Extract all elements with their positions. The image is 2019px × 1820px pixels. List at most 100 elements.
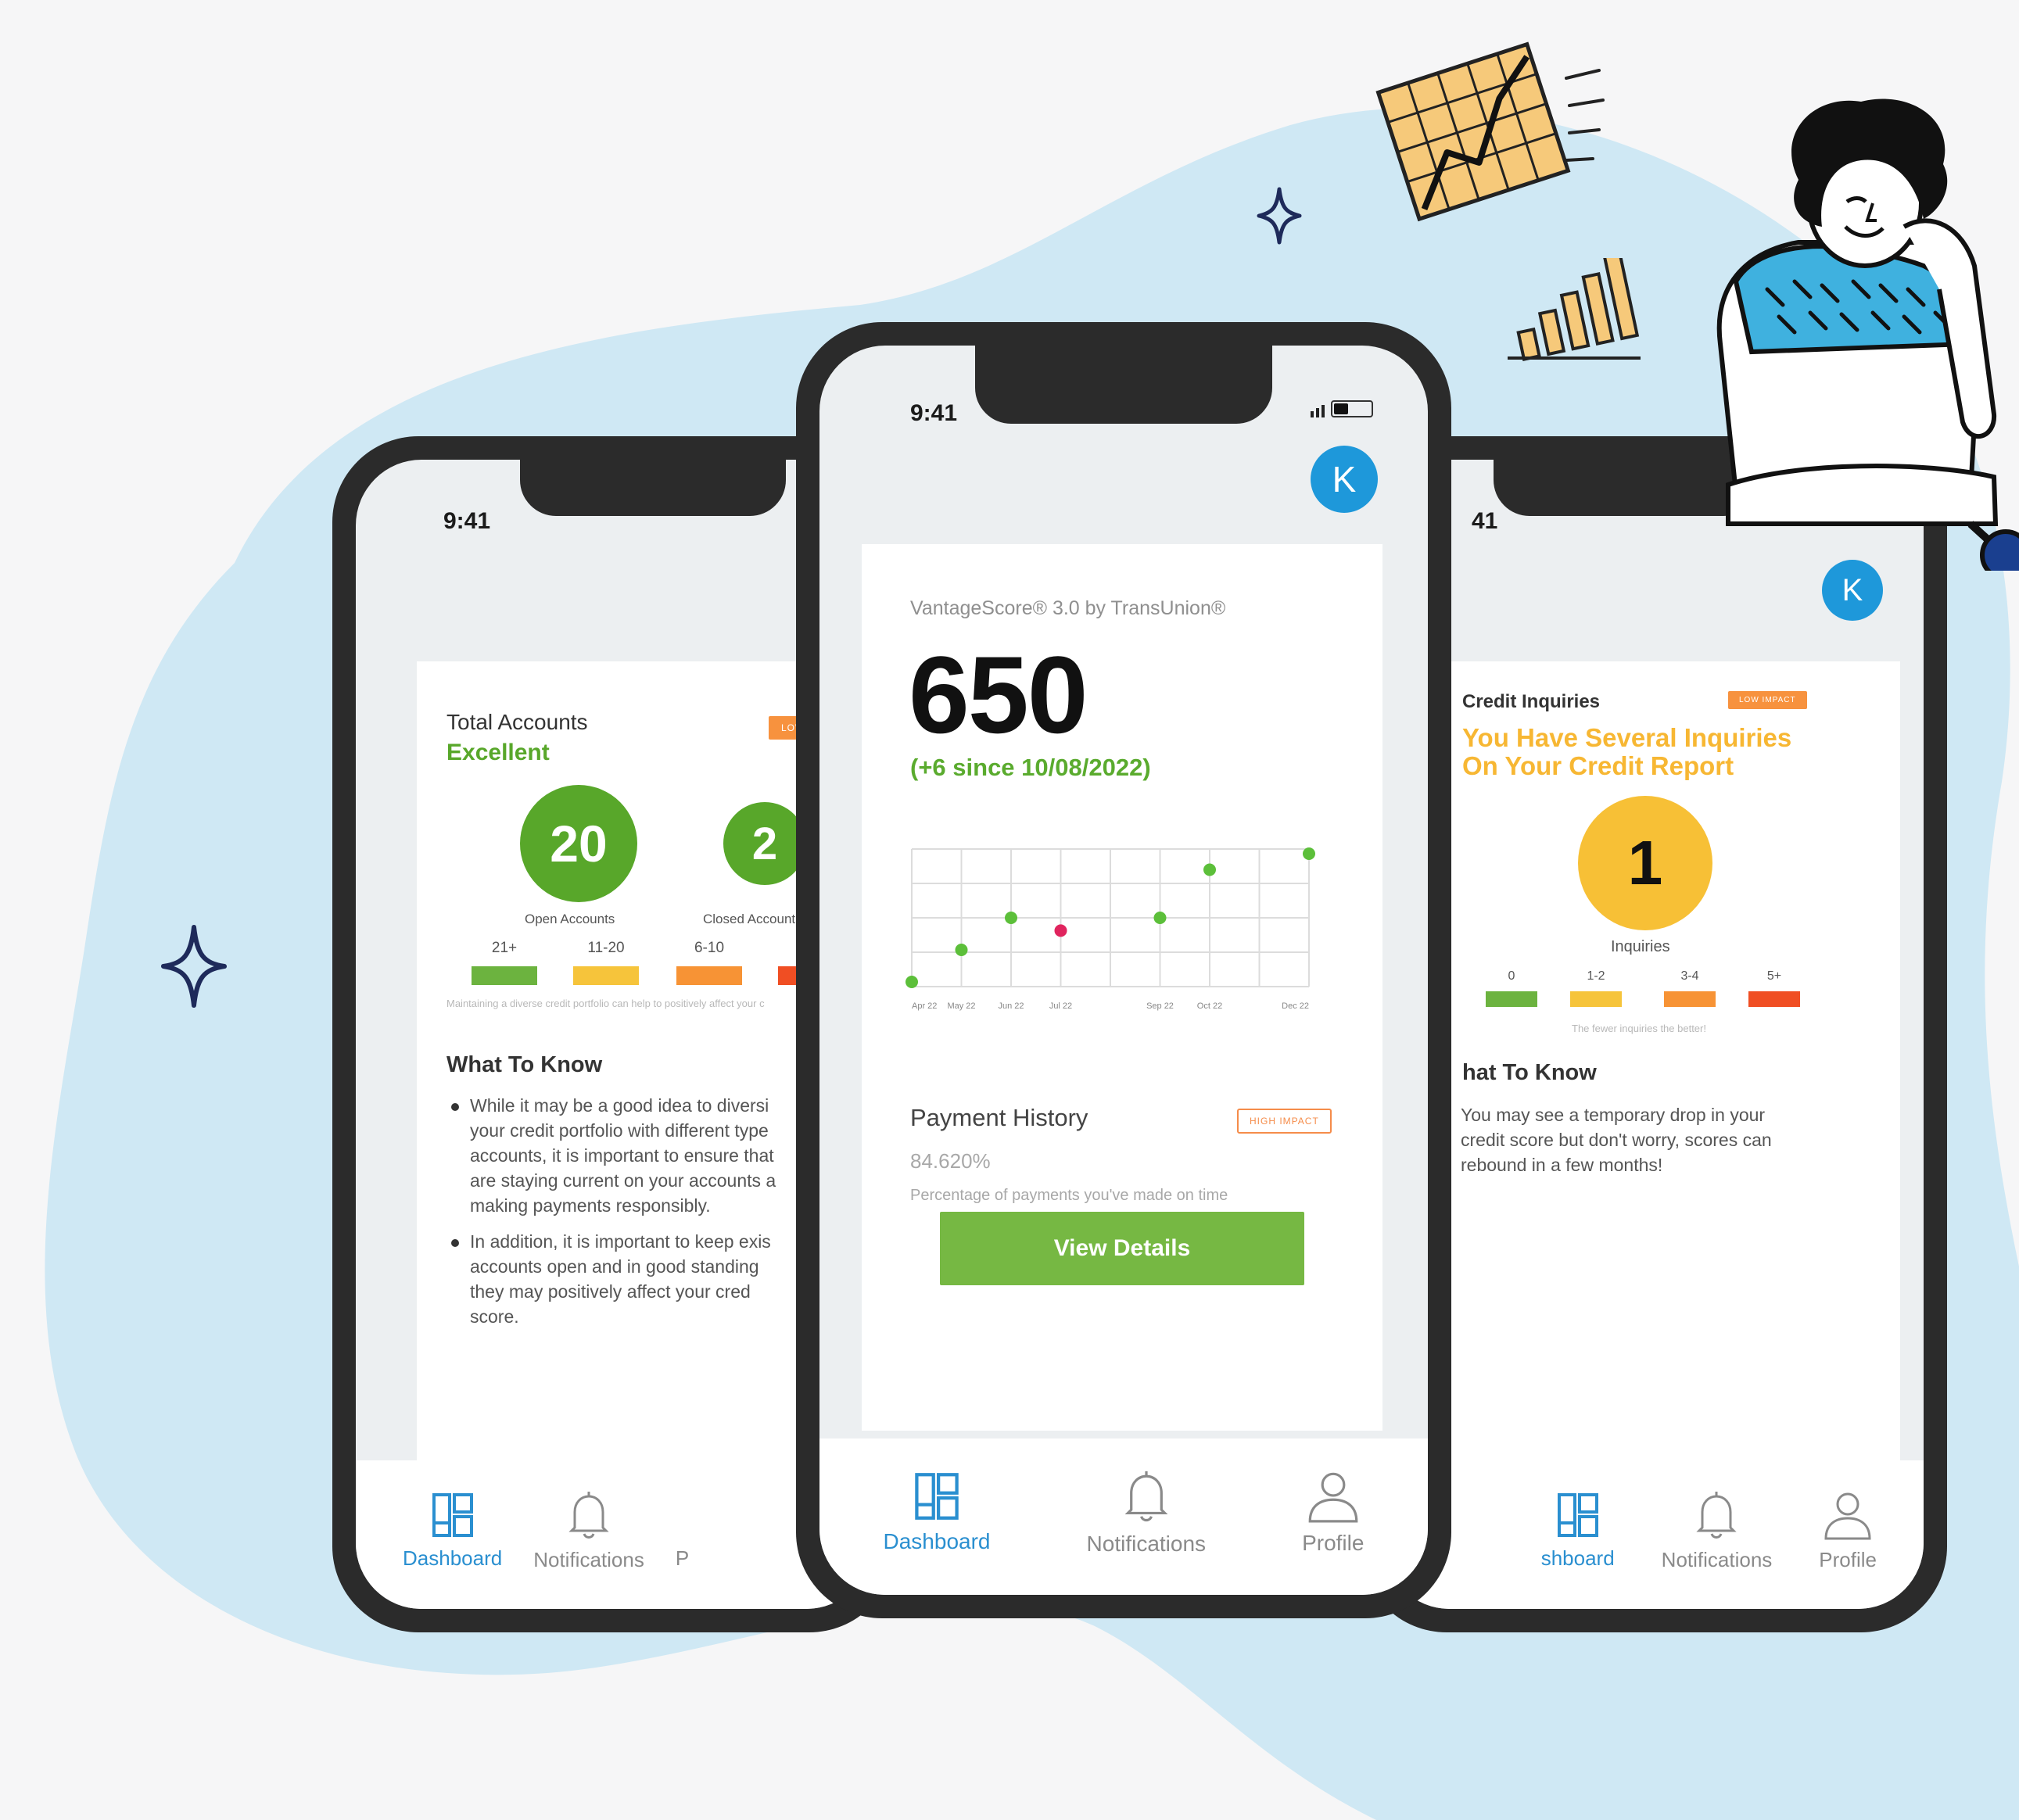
- range-label: 3-4: [1680, 969, 1699, 983]
- nav-notifications[interactable]: Notifications: [1086, 1469, 1207, 1557]
- nav-dashboard[interactable]: Dashboard: [884, 1471, 991, 1554]
- inquiries-value: 1: [1627, 828, 1663, 897]
- nav-dashboard-label: shboard: [1540, 1546, 1615, 1570]
- card-title: Total Accounts: [446, 710, 588, 734]
- x-tick-label: Apr 22: [912, 1001, 937, 1011]
- woman-illustration: [1716, 99, 2019, 571]
- info-text: You may see a temporary drop in your cre…: [1461, 1105, 1772, 1175]
- bar-chart-doodle-icon: [1508, 258, 1641, 361]
- credit-inquiries-card: Credit Inquiries LOW IMPACT You Have Sev…: [1384, 661, 1900, 1470]
- status-time: 9:41: [910, 400, 958, 426]
- dashboard-icon: [915, 1473, 959, 1520]
- nav-dashboard-label: Dashboard: [883, 1529, 991, 1553]
- data-point: [1005, 912, 1017, 924]
- left-phone-screen: 9:41 Total Accounts Excellent LOW I 20 O…: [356, 460, 872, 1609]
- credit-score: 650: [909, 633, 1088, 756]
- view-details-button[interactable]: View Details: [940, 1212, 1304, 1285]
- range-bar-red: [1748, 991, 1800, 1007]
- inquiries-circle: 1: [1578, 796, 1712, 930]
- percentage-description: Percentage of payments you've made on ti…: [910, 1187, 1228, 1204]
- nav-notifications-label: Notifications: [533, 1547, 644, 1571]
- nav-dashboard[interactable]: Dashboard: [403, 1492, 502, 1571]
- data-point: [1054, 924, 1067, 937]
- x-tick-label: Dec 22: [1282, 1001, 1309, 1011]
- open-accounts-label: Open Accounts: [525, 912, 615, 926]
- rating-label: Excellent: [446, 740, 550, 765]
- user-icon: [1824, 1492, 1871, 1539]
- phone-notch: [975, 346, 1272, 424]
- x-tick-label: Jun 22: [998, 1001, 1024, 1011]
- bottom-nav: Dashboard Notifications Profile: [819, 1438, 1428, 1595]
- range-bar-orange: [1664, 991, 1716, 1007]
- impact-badge: LOW IMPACT: [1728, 691, 1807, 709]
- payment-history-chart: Apr 22 May 22 Jun 22 Jul 22 Sep 22 Oct 22 Dec …: [906, 847, 1315, 1011]
- status-indicators: [1311, 400, 1373, 417]
- nav-profile-label: Profile: [1302, 1531, 1365, 1555]
- open-accounts-value: 20: [550, 815, 608, 872]
- note-text: The fewer inquiries the better!: [1572, 1023, 1706, 1034]
- nav-profile-label: Profile: [1819, 1547, 1877, 1571]
- closed-accounts-value: 2: [751, 818, 778, 869]
- center-phone-screen: 9:41 K VantageScore® 3.0 by TransUnion® …: [819, 346, 1428, 1595]
- nav-dashboard[interactable]: shboard: [1541, 1492, 1615, 1571]
- score-source: VantageScore® 3.0 by TransUnion®: [910, 597, 1226, 619]
- phone-notch: [520, 460, 786, 516]
- center-phone: 9:41 K VantageScore® 3.0 by TransUnion® …: [796, 322, 1451, 1618]
- right-phone-screen: 41 K Credit Inquiries LOW IMPACT You Hav…: [1384, 460, 1924, 1609]
- nav-dashboard-label: Dashboard: [403, 1546, 503, 1570]
- data-point: [1203, 863, 1216, 876]
- x-tick-label: May 22: [947, 1001, 975, 1011]
- bottom-nav: shboard Notifications Profile: [1384, 1460, 1924, 1609]
- battery-icon: [1331, 400, 1373, 417]
- data-point: [1303, 847, 1315, 860]
- nav-notifications[interactable]: Notifications: [533, 1490, 644, 1572]
- x-tick-label: Oct 22: [1197, 1001, 1222, 1011]
- payment-percentage: 84.620%: [910, 1149, 991, 1173]
- nav-profile-label: P: [675, 1546, 690, 1570]
- score-change: (+6 since 10/08/2022): [910, 754, 1151, 781]
- sparkle-icon: [161, 925, 227, 1008]
- nav-notifications-label: Notifications: [1661, 1547, 1773, 1571]
- x-tick-label: Sep 22: [1146, 1001, 1174, 1011]
- signal-icon: [1311, 405, 1325, 417]
- what-to-know-heading: hat To Know: [1462, 1060, 1597, 1085]
- sparkle-icon: [1257, 187, 1302, 245]
- closed-accounts-circle: 2: [723, 802, 806, 885]
- range-label: 5+: [1766, 969, 1782, 983]
- user-icon: [1308, 1472, 1358, 1523]
- dashboard-icon: [432, 1492, 473, 1537]
- nav-notifications[interactable]: Notifications: [1661, 1490, 1773, 1572]
- chart-doodle-icon: [1375, 41, 1605, 222]
- user-avatar[interactable]: K: [1311, 446, 1378, 513]
- status-time: 9:41: [443, 508, 491, 534]
- range-bar-yellow: [573, 966, 639, 985]
- vantage-score-card: VantageScore® 3.0 by TransUnion® 650 (+6…: [862, 544, 1382, 1431]
- data-point: [1153, 912, 1167, 924]
- nav-profile[interactable]: Profile: [1302, 1470, 1364, 1556]
- data-point: [906, 976, 918, 988]
- range-label: 21+: [491, 940, 518, 956]
- impact-badge: HIGH IMPACT: [1237, 1109, 1332, 1134]
- range-label: 6-10: [694, 940, 725, 956]
- range-bar-orange: [676, 966, 742, 985]
- headline: You Have Several Inquiries On Your Credi…: [1462, 723, 1792, 780]
- nav-notifications-label: Notifications: [1086, 1532, 1207, 1556]
- bell-icon: [1124, 1471, 1168, 1522]
- dashboard-icon: [1557, 1492, 1598, 1537]
- range-bar-yellow: [1570, 991, 1622, 1007]
- nav-profile[interactable]: P: [676, 1546, 689, 1571]
- range-label: 11-20: [587, 940, 625, 956]
- range-bar-green: [1486, 991, 1537, 1007]
- bell-icon: [1696, 1491, 1737, 1539]
- x-tick-label: Jul 22: [1049, 1001, 1072, 1011]
- bottom-nav: Dashboard Notifications P: [356, 1460, 872, 1609]
- status-time: 41: [1472, 508, 1498, 534]
- stage: 9:41 Total Accounts Excellent LOW I 20 O…: [0, 0, 2019, 1820]
- note-text: Maintaining a diverse credit portfolio c…: [446, 998, 765, 1009]
- range-label: 0: [1508, 969, 1515, 983]
- data-point: [955, 944, 968, 956]
- nav-profile[interactable]: Profile: [1819, 1490, 1877, 1572]
- range-bar-green: [472, 966, 537, 985]
- what-to-know-heading: What To Know: [446, 1052, 603, 1077]
- section-title: Payment History: [910, 1104, 1088, 1131]
